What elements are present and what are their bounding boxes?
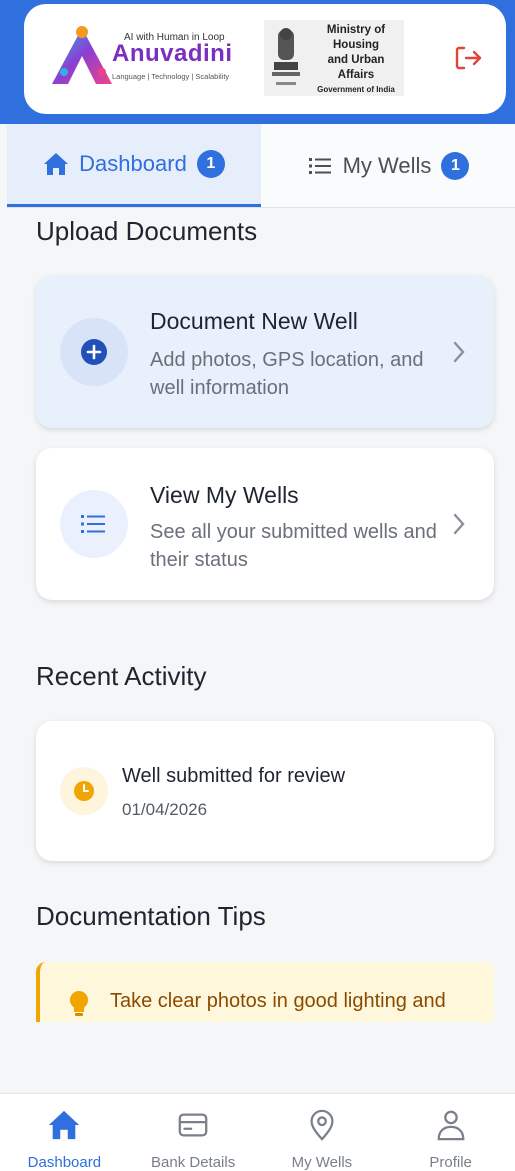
my-wells-count-badge: 1: [441, 151, 470, 180]
national-emblem-icon: [272, 28, 300, 85]
activity-title: Well submitted for review: [122, 765, 346, 787]
ministry-logo: Ministry of Housing and Urban Affairs Go…: [264, 20, 404, 96]
card-icon: [178, 1113, 208, 1137]
add-circle: [60, 318, 128, 386]
nav-label: Profile: [429, 1154, 472, 1171]
brand-name: Anuvadini: [112, 40, 233, 67]
person-icon: [437, 1110, 465, 1141]
location-pin-icon: [310, 1109, 334, 1141]
card-description: See all your submitted wells and their s…: [150, 521, 437, 571]
card-title: View My Wells: [150, 482, 299, 508]
header-card: AI with Human in Loop Anuvadini Language…: [24, 4, 506, 114]
nav-my-wells[interactable]: My Wells: [258, 1094, 387, 1171]
list-circle: [60, 490, 128, 558]
brand-sub: Language | Technology | Scalability: [112, 72, 230, 81]
list-icon: [308, 157, 331, 174]
ministry-name-line1: Ministry of Housing: [326, 23, 386, 51]
lightbulb-icon: [70, 991, 88, 1016]
list-icon: [81, 515, 105, 533]
pending-circle: [60, 767, 108, 815]
tip-item: Take clear photos in good lighting and: [36, 962, 494, 1022]
ministry-name-line2: and Urban Affairs: [327, 53, 385, 81]
ministry-name-line3: Government of India: [317, 84, 395, 94]
nav-label: Dashboard: [27, 1154, 102, 1171]
nav-label: My Wells: [291, 1154, 353, 1171]
logout-icon[interactable]: [452, 42, 484, 74]
plus-icon: [81, 339, 107, 365]
tab-bar: Dashboard 1 My Wells 1: [7, 124, 515, 208]
home-icon: [44, 153, 69, 175]
recent-activity-title: Recent Activity: [36, 661, 207, 691]
clock-icon: [74, 781, 94, 801]
tip-text: Take clear photos in good lighting and: [110, 990, 446, 1012]
activity-date: 01/04/2026: [122, 800, 208, 819]
view-my-wells-card[interactable]: View My Wells See all your submitted wel…: [36, 448, 494, 600]
card-title: Document New Well: [150, 308, 358, 334]
chevron-right-icon: [453, 513, 465, 535]
bottom-navigation: Dashboard Bank Details My Wells Profile: [0, 1093, 515, 1171]
documentation-tips-title: Documentation Tips: [36, 901, 266, 931]
card-description: Add photos, GPS location, and well infor…: [150, 349, 424, 399]
nav-label: Bank Details: [151, 1154, 236, 1171]
nav-dashboard[interactable]: Dashboard: [0, 1094, 129, 1171]
tab-dashboard-label: Dashboard: [79, 151, 187, 176]
home-icon: [49, 1110, 80, 1140]
tab-dashboard[interactable]: Dashboard 1: [7, 124, 261, 207]
dashboard-count-badge: 1: [196, 150, 225, 178]
nav-profile[interactable]: Profile: [386, 1094, 515, 1171]
document-new-well-card[interactable]: Document New Well Add photos, GPS locati…: [36, 276, 494, 428]
upload-section-title: Upload Documents: [36, 216, 258, 246]
tab-my-wells[interactable]: My Wells 1: [261, 124, 515, 207]
chevron-right-icon: [453, 341, 465, 363]
nav-bank-details[interactable]: Bank Details: [129, 1094, 258, 1171]
activity-item[interactable]: Well submitted for review 01/04/2026: [36, 721, 494, 861]
tab-my-wells-label: My Wells: [342, 152, 432, 178]
